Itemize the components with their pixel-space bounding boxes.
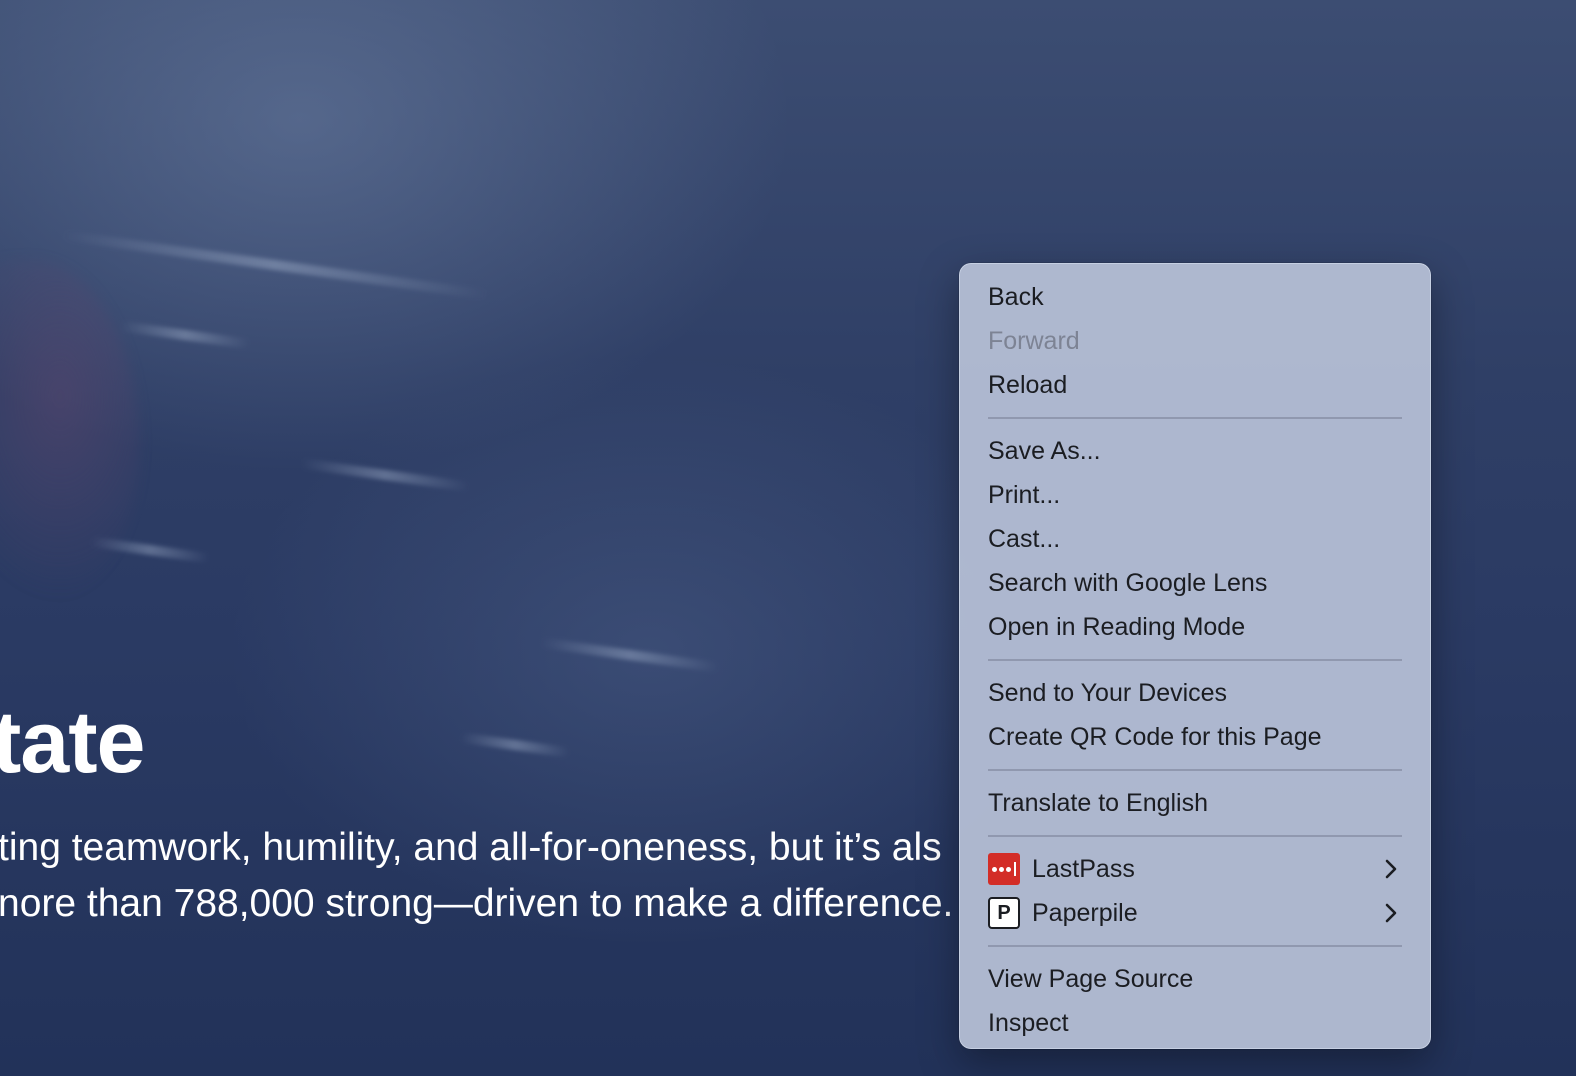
menu-item-label: LastPass — [1032, 855, 1135, 883]
chevron-right-icon — [1385, 903, 1397, 923]
menu-item-reload[interactable]: Reload — [988, 363, 1402, 407]
hero-paragraph-line: ting teamwork, humility, and all-for-one… — [0, 826, 942, 869]
chevron-right-icon — [1385, 859, 1397, 879]
web-page: tate ting teamwork, humility, and all-fo… — [0, 0, 1576, 1076]
menu-item-forward: Forward — [988, 327, 1080, 355]
menu-separator — [988, 417, 1402, 419]
menu-separator — [988, 945, 1402, 947]
menu-separator — [988, 659, 1402, 661]
background-streak — [540, 637, 720, 673]
menu-item-back[interactable]: Back — [988, 275, 1402, 319]
menu-item-create-qr-code[interactable]: Create QR Code for this Page — [988, 715, 1402, 759]
menu-item-search-google-lens[interactable]: Search with Google Lens — [988, 561, 1402, 605]
menu-item-view-page-source[interactable]: View Page Source — [988, 957, 1402, 1001]
menu-separator — [988, 769, 1402, 771]
menu-item-send-to-devices[interactable]: Send to Your Devices — [988, 671, 1402, 715]
background-streak — [61, 230, 489, 300]
lastpass-icon — [988, 853, 1020, 885]
menu-item-lastpass[interactable]: LastPass — [988, 847, 1402, 891]
background-streak — [119, 321, 251, 349]
menu-item-cast[interactable]: Cast... — [988, 517, 1402, 561]
hero-paragraph-line: nore than 788,000 strong—driven to make … — [0, 882, 954, 925]
menu-item-label: Paperpile — [1032, 899, 1138, 927]
menu-item-paperpile[interactable]: P Paperpile — [988, 891, 1402, 935]
menu-item-print[interactable]: Print... — [988, 473, 1402, 517]
menu-item-open-reading-mode[interactable]: Open in Reading Mode — [988, 605, 1402, 649]
background-streak — [300, 458, 470, 492]
background-streak — [459, 732, 571, 758]
hero-title: tate — [0, 692, 145, 791]
menu-item-inspect[interactable]: Inspect — [988, 1001, 1402, 1045]
menu-separator — [988, 835, 1402, 837]
menu-item-save-as[interactable]: Save As... — [988, 429, 1402, 473]
hero-paragraph: ting teamwork, humility, and all-for-one… — [0, 820, 978, 932]
menu-item-translate[interactable]: Translate to English — [988, 781, 1402, 825]
context-menu: Back Forward Reload Save As... Print... … — [959, 263, 1431, 1049]
paperpile-icon: P — [988, 897, 1020, 929]
